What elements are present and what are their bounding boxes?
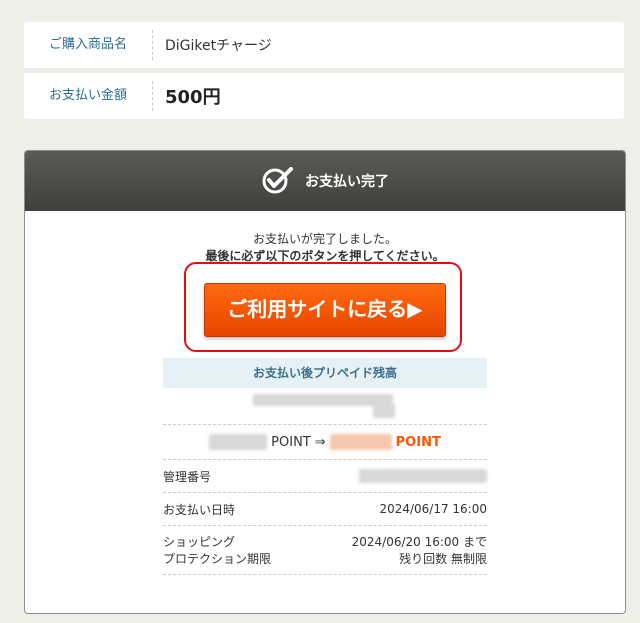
payment-complete-panel: お支払い完了 お支払いが完了しました。 最後に必ず以下のボタンを押してください。… — [24, 150, 626, 614]
new-point-label: POINT — [395, 434, 441, 450]
message-line1: お支払いが完了しました。 — [252, 232, 397, 246]
payment-date-row: お支払い日時 2024/06/17 16:00 — [163, 493, 487, 526]
panel-title: お支払い完了 — [305, 174, 389, 190]
protection-label: ショッピング プロテクション期限 — [163, 533, 271, 567]
protection-row: ショッピング プロテクション期限 2024/06/20 16:00 まで 残り回… — [163, 526, 487, 575]
payment-date-value: 2024/06/17 16:00 — [379, 502, 487, 516]
protection-deadline: 2024/06/20 16:00 まで — [351, 535, 487, 549]
payment-amount-row: お支払い金額 500円 — [24, 68, 624, 119]
point-change-row: POINT ⇒ POINT — [163, 425, 487, 460]
product-name-row: ご購入商品名 DiGiketチャージ — [24, 22, 624, 68]
product-name-value: DiGiketチャージ — [165, 38, 272, 54]
return-to-site-button[interactable]: ご利用サイトに戻る▶ — [204, 283, 446, 337]
protection-label-line2: プロテクション期限 — [163, 552, 272, 566]
protection-remaining: 残り回数 無制限 — [399, 552, 487, 566]
completion-message: お支払いが完了しました。 最後に必ず以下のボタンを押してください。 — [25, 231, 625, 265]
arrow-icon: ⇒ — [314, 434, 326, 450]
panel-header: お支払い完了 — [25, 151, 625, 211]
management-number-row: 管理番号 — [163, 460, 487, 493]
product-name-label: ご購入商品名 — [24, 30, 153, 60]
redacted-new-points — [329, 434, 392, 450]
prepaid-balance-section: お支払い後プリペイド残高 POINT ⇒ POINT 管理番号 お支払い日時 2… — [163, 358, 487, 575]
redacted-old-points — [209, 434, 268, 450]
product-summary: ご購入商品名 DiGiketチャージ お支払い金額 500円 — [24, 22, 624, 119]
payment-amount-value: 500円 — [165, 87, 221, 108]
balance-redacted-row — [163, 388, 487, 425]
protection-value: 2024/06/20 16:00 まで 残り回数 無制限 — [352, 533, 487, 567]
payment-amount-label: お支払い金額 — [24, 81, 153, 111]
redacted-management-number — [359, 469, 487, 483]
management-number-label: 管理番号 — [163, 469, 212, 484]
old-point-label: POINT — [271, 434, 311, 450]
payment-date-label: お支払い日時 — [163, 502, 236, 517]
redacted-text — [253, 394, 393, 406]
return-button-highlight: ご利用サイトに戻る▶ — [184, 262, 462, 352]
check-circle-icon — [262, 167, 293, 194]
protection-label-line1: ショッピング — [163, 535, 236, 549]
balance-header: お支払い後プリペイド残高 — [163, 358, 487, 388]
redacted-text — [373, 404, 395, 418]
